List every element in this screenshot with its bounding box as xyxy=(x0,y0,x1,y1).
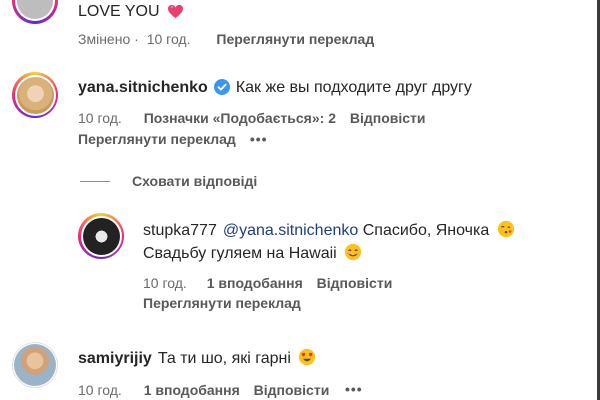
divider xyxy=(80,180,110,182)
timestamp: 10 год. xyxy=(78,110,122,126)
username[interactable]: samiyrijiy xyxy=(78,350,152,367)
timestamp: 10 год. xyxy=(78,382,122,398)
comment-text: Та ти шо, які гарні xyxy=(157,350,291,367)
comment-text: LOVE YOU xyxy=(78,3,160,20)
smiling-face-emoji xyxy=(345,243,362,261)
heart-eyes-emoji xyxy=(299,348,316,366)
view-translation-link[interactable]: Переглянути переклад xyxy=(216,31,374,47)
reply-button[interactable]: Відповісти xyxy=(350,110,426,126)
mention-link[interactable]: @yana.sitnichenko xyxy=(223,222,358,239)
comment-text: Спасибо, Яночка xyxy=(362,222,490,239)
avatar[interactable] xyxy=(78,213,124,259)
reply-button[interactable]: Відповісти xyxy=(317,275,393,291)
avatar[interactable] xyxy=(12,72,58,118)
likes-count-link[interactable]: 1 вподобання xyxy=(207,275,303,291)
more-options-icon[interactable]: ••• xyxy=(250,131,268,147)
likes-count-link[interactable]: Позначки «Подобається»: 2 xyxy=(144,110,336,126)
avatar[interactable] xyxy=(12,0,58,24)
timestamp: 10 год. xyxy=(143,275,187,291)
username[interactable]: stupka777 xyxy=(143,222,217,239)
comment-text: Как же вы подходите друг другу xyxy=(235,79,472,96)
kissing-face-emoji xyxy=(497,220,514,238)
comment-text-line-2: Свадьбу гуляем на Hawaii xyxy=(143,245,337,262)
hide-replies-toggle[interactable]: Сховати відповіді xyxy=(80,173,257,189)
verified-badge-icon xyxy=(213,79,230,95)
view-translation-link[interactable]: Переглянути переклад xyxy=(78,131,236,147)
avatar[interactable] xyxy=(12,342,58,388)
more-options-icon[interactable]: ••• xyxy=(345,381,363,397)
view-translation-link[interactable]: Переглянути переклад xyxy=(143,295,301,311)
hide-replies-label: Сховати відповіді xyxy=(132,173,258,189)
edited-label: Змінено · xyxy=(78,31,139,47)
heart-emoji xyxy=(167,4,183,19)
likes-count-link[interactable]: 1 вподобання xyxy=(144,382,240,398)
reply-button[interactable]: Відповісти xyxy=(254,382,330,398)
username[interactable]: yana.sitnichenko xyxy=(78,79,208,96)
timestamp: 10 год. xyxy=(146,31,191,47)
